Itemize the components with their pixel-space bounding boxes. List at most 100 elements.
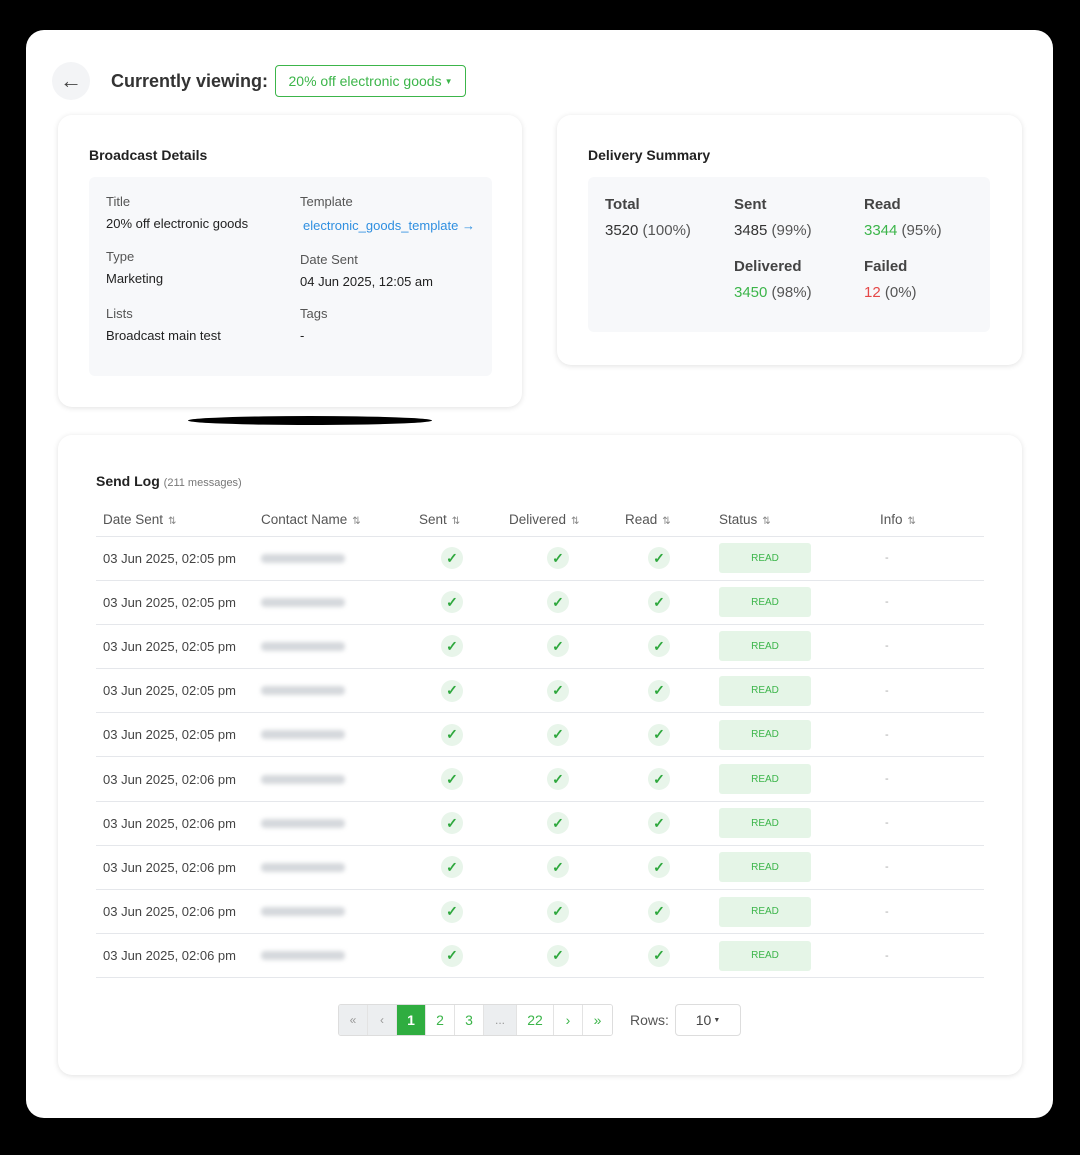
table-row[interactable]: 03 Jun 2025, 02:05 pm ✓✓✓ READ - <box>96 536 984 580</box>
field-value: 04 Jun 2025, 12:05 am <box>300 274 433 289</box>
column-header[interactable]: Sent⇅ <box>412 503 502 536</box>
table-row[interactable]: 03 Jun 2025, 02:05 pm ✓✓✓ READ - <box>96 669 984 713</box>
field-label: Type <box>106 249 134 264</box>
status-badge: READ <box>719 720 811 750</box>
check-icon: ✓ <box>648 591 670 613</box>
status-badge: READ <box>719 631 811 661</box>
info: - <box>873 536 984 580</box>
column-header[interactable]: Read⇅ <box>618 503 712 536</box>
check-icon: ✓ <box>547 635 569 657</box>
delivered-label: Delivered <box>734 258 802 275</box>
info: - <box>873 890 984 934</box>
table-row[interactable]: 03 Jun 2025, 02:05 pm ✓✓✓ READ - <box>96 624 984 668</box>
date-sent: 03 Jun 2025, 02:05 pm <box>96 624 254 668</box>
status-badge: READ <box>719 808 811 838</box>
status-badge: READ <box>719 587 811 617</box>
redacted-contact <box>261 642 345 651</box>
card-title: Delivery Summary <box>588 147 710 163</box>
info: - <box>873 757 984 801</box>
column-header[interactable]: Status⇅ <box>712 503 873 536</box>
sort-icon: ⇅ <box>452 516 460 527</box>
check-icon: ✓ <box>441 680 463 702</box>
broadcast-select[interactable]: 20% off electronic goods▼ <box>275 65 466 97</box>
status-badge: READ <box>719 543 811 573</box>
column-header[interactable]: Contact Name⇅ <box>254 503 412 536</box>
check-icon: ✓ <box>547 812 569 834</box>
date-sent: 03 Jun 2025, 02:05 pm <box>96 580 254 624</box>
info: - <box>873 580 984 624</box>
column-header[interactable]: Date Sent⇅ <box>96 503 254 536</box>
sent-label: Sent <box>734 196 767 213</box>
table-row[interactable]: 03 Jun 2025, 02:06 pm ✓✓✓ READ - <box>96 934 984 978</box>
table-row[interactable]: 03 Jun 2025, 02:06 pm ✓✓✓ READ - <box>96 890 984 934</box>
summary-panel: Total 3520 (100%) Sent 3485 (99%) Read 3… <box>588 177 990 332</box>
field-value: Broadcast main test <box>106 328 221 343</box>
sort-icon: ⇅ <box>662 516 670 527</box>
contact-name <box>254 757 412 801</box>
redacted-contact <box>261 554 345 563</box>
field-value: Marketing <box>106 271 163 286</box>
contact-name <box>254 801 412 845</box>
check-icon: ✓ <box>547 680 569 702</box>
template-link[interactable]: electronic_goods_template → <box>303 218 475 233</box>
arrow-right-icon: → <box>462 218 475 233</box>
table-row[interactable]: 03 Jun 2025, 02:05 pm ✓✓✓ READ - <box>96 580 984 624</box>
contact-name <box>254 845 412 889</box>
check-icon: ✓ <box>441 635 463 657</box>
check-icon: ✓ <box>648 724 670 746</box>
date-sent: 03 Jun 2025, 02:05 pm <box>96 536 254 580</box>
table-row[interactable]: 03 Jun 2025, 02:06 pm ✓✓✓ READ - <box>96 801 984 845</box>
contact-name <box>254 580 412 624</box>
first-page-button[interactable]: « <box>339 1005 368 1035</box>
prev-page-button[interactable]: ‹ <box>368 1005 397 1035</box>
read-value: 3344 (95%) <box>864 222 942 239</box>
page-22-button[interactable]: 22 <box>517 1005 554 1035</box>
caret-down-icon: ▼ <box>713 1017 720 1024</box>
last-page-button[interactable]: » <box>583 1005 612 1035</box>
info: - <box>873 845 984 889</box>
page-3-button[interactable]: 3 <box>455 1005 484 1035</box>
info: - <box>873 934 984 978</box>
table-row[interactable]: 03 Jun 2025, 02:06 pm ✓✓✓ READ - <box>96 757 984 801</box>
field-label: Template <box>300 194 353 209</box>
check-icon: ✓ <box>441 945 463 967</box>
column-header[interactable]: Delivered⇅ <box>502 503 618 536</box>
check-icon: ✓ <box>547 768 569 790</box>
pagination: « ‹ 1 2 3 ... 22 › » <box>338 1004 613 1036</box>
field-value: 20% off electronic goods <box>106 216 248 231</box>
check-icon: ✓ <box>648 680 670 702</box>
redacted-contact <box>261 598 345 607</box>
check-icon: ✓ <box>547 945 569 967</box>
next-page-button[interactable]: › <box>554 1005 583 1035</box>
page-2-button[interactable]: 2 <box>426 1005 455 1035</box>
redacted-contact <box>261 686 345 695</box>
sort-icon: ⇅ <box>352 516 360 527</box>
failed-value: 12 (0%) <box>864 284 917 301</box>
table-row[interactable]: 03 Jun 2025, 02:05 pm ✓✓✓ READ - <box>96 713 984 757</box>
contact-name <box>254 624 412 668</box>
rows-per-page-select[interactable]: 10▼ <box>675 1004 741 1036</box>
field-label: Tags <box>300 306 327 321</box>
contact-name <box>254 536 412 580</box>
check-icon: ✓ <box>441 547 463 569</box>
page-1-button[interactable]: 1 <box>397 1005 426 1035</box>
sent-value: 3485 (99%) <box>734 222 812 239</box>
back-button[interactable]: ← <box>52 62 90 100</box>
redacted-contact <box>261 907 345 916</box>
column-header[interactable]: Info⇅ <box>873 503 984 536</box>
info: - <box>873 669 984 713</box>
field-label: Lists <box>106 306 133 321</box>
send-log-table: Date Sent⇅Contact Name⇅Sent⇅Delivered⇅Re… <box>96 503 984 978</box>
contact-name <box>254 669 412 713</box>
check-icon: ✓ <box>441 724 463 746</box>
date-sent: 03 Jun 2025, 02:06 pm <box>96 934 254 978</box>
contact-name <box>254 713 412 757</box>
details-panel: Title 20% off electronic goods Template … <box>89 177 492 376</box>
check-icon: ✓ <box>648 635 670 657</box>
check-icon: ✓ <box>547 901 569 923</box>
total-value: 3520 (100%) <box>605 222 691 239</box>
field-value: - <box>300 328 304 343</box>
delivery-summary-card: Delivery Summary Total 3520 (100%) Sent … <box>557 115 1022 365</box>
arrow-left-icon: ← <box>60 68 82 94</box>
table-row[interactable]: 03 Jun 2025, 02:06 pm ✓✓✓ READ - <box>96 845 984 889</box>
